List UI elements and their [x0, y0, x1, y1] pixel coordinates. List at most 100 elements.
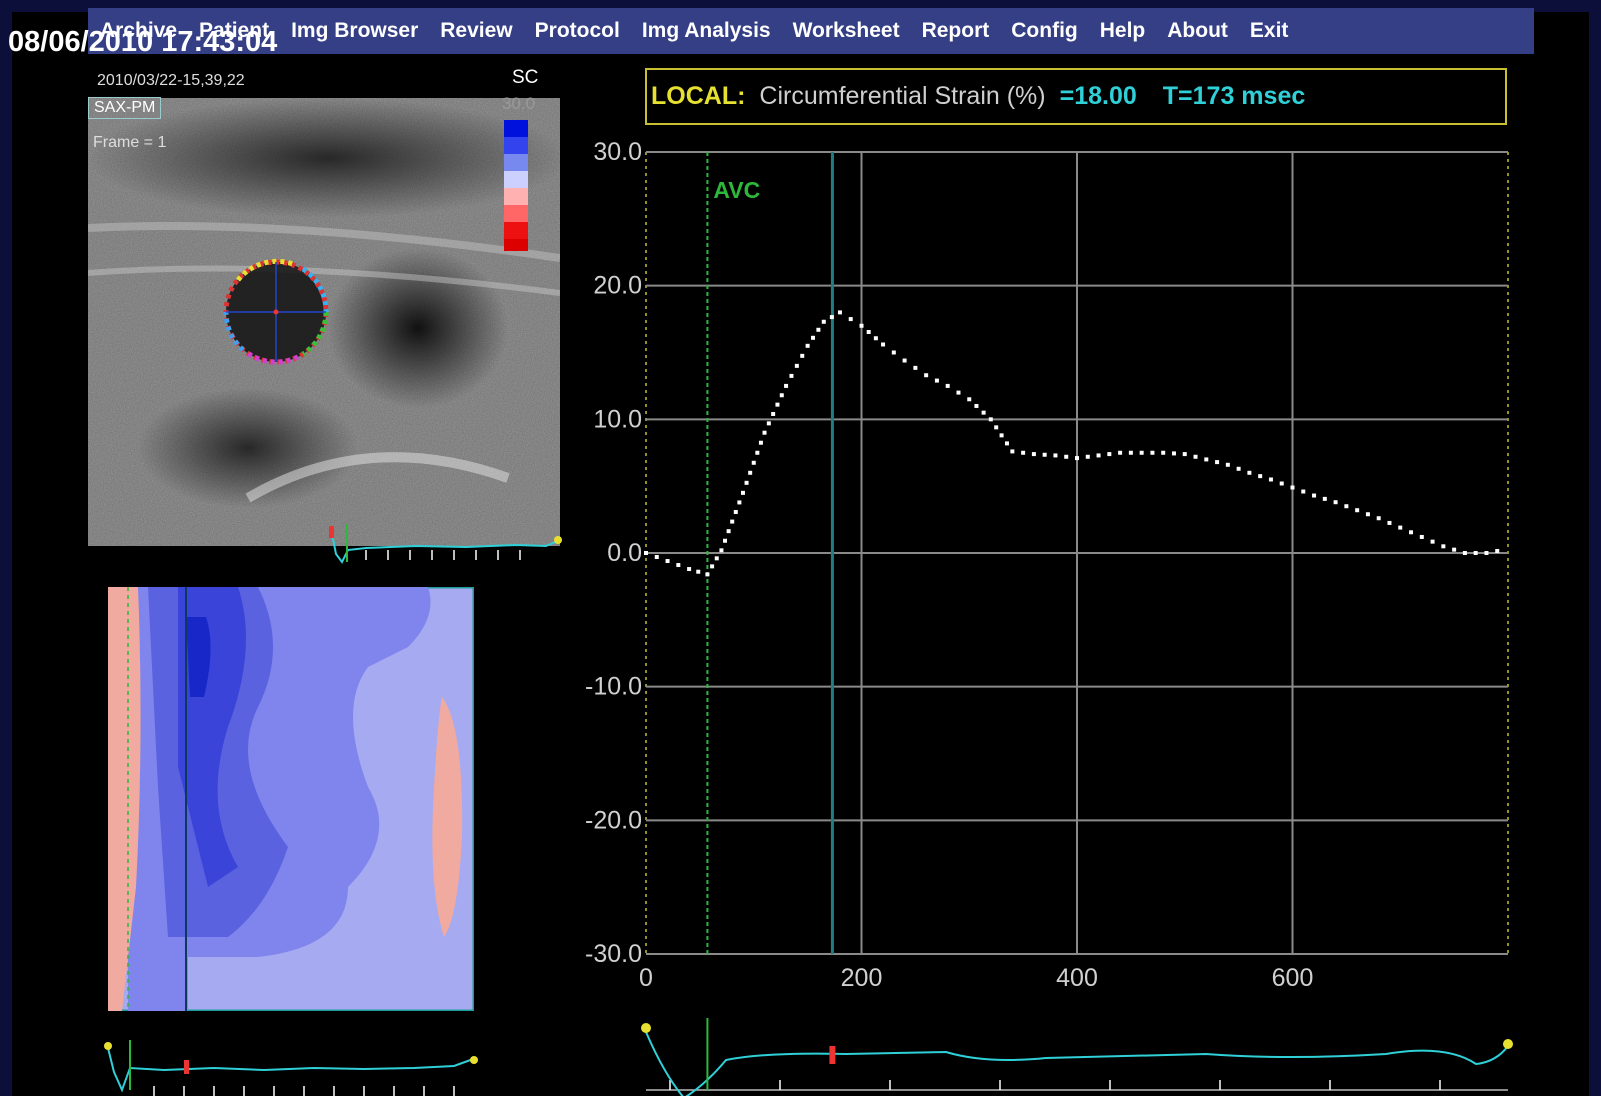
curve-point: [779, 393, 784, 398]
curve-point: [866, 330, 871, 335]
strain-chart[interactable]: 30.0 20.0 10.0 0.0 -10.0 -20.0 -30.0 0 200 400 60…: [570, 66, 1520, 1096]
curve-point: [665, 559, 670, 564]
menu-img-analysis[interactable]: Img Analysis: [642, 19, 771, 43]
curve-point: [913, 365, 918, 370]
y-tick-label: -10.0: [585, 673, 642, 701]
curve-point: [821, 319, 826, 324]
curve-point: [811, 335, 816, 340]
menu-bar: Archive Patient Img Browser Review Proto…: [88, 8, 1534, 54]
y-tick-label: 30.0: [593, 138, 642, 166]
curve-point: [859, 323, 864, 328]
curve-point: [848, 317, 853, 322]
acquisition-timestamp: 2010/03/22-15,39,22: [97, 72, 245, 89]
curve-point: [1322, 496, 1327, 501]
curve-point: [1279, 481, 1284, 486]
menu-report[interactable]: Report: [922, 19, 990, 43]
curve-point: [1053, 453, 1058, 458]
curve-point: [1042, 452, 1047, 457]
curve-point: [1150, 450, 1155, 455]
curve-point: [1290, 485, 1295, 490]
ecg-waveform: [645, 1031, 1509, 1096]
curve-point: [687, 567, 692, 572]
curve-point: [1096, 453, 1101, 458]
menu-worksheet[interactable]: Worksheet: [793, 19, 900, 43]
frame-counter: Frame = 1: [93, 134, 167, 151]
y-tick-label: 10.0: [593, 405, 642, 433]
curve-point: [1204, 457, 1209, 462]
curve-point: [816, 327, 821, 332]
view-label: SAX-PM: [88, 97, 162, 119]
curve-point: [1247, 470, 1252, 475]
curve-point: [1139, 450, 1144, 455]
curve-point: [1452, 547, 1457, 552]
curve-point: [1064, 454, 1069, 459]
x-tick-label: 400: [1056, 964, 1098, 992]
curve-point: [789, 373, 794, 378]
chart-y-axis: 30.0 20.0 10.0 0.0 -10.0 -20.0 -30.0: [585, 138, 642, 968]
curve-point: [1333, 500, 1338, 505]
curve-point: [891, 350, 896, 355]
curve-point: [775, 402, 780, 407]
curve-point: [710, 564, 715, 569]
curve-point: [714, 556, 719, 561]
curve-point: [1387, 520, 1392, 525]
curve-point: [1128, 450, 1133, 455]
curve-point: [1344, 504, 1349, 509]
curve-point: [1398, 525, 1403, 530]
x-tick-label: 0: [639, 964, 653, 992]
curve-point: [994, 425, 999, 430]
curve-point: [1419, 534, 1424, 539]
y-tick-label: 20.0: [593, 272, 642, 300]
curve-point: [1376, 516, 1381, 521]
curve-point: [730, 519, 735, 524]
curve-point: [1010, 449, 1015, 454]
curve-point: [733, 510, 738, 515]
curve-point: [1484, 551, 1489, 555]
curve-point: [1118, 450, 1123, 455]
curve-point: [1085, 454, 1090, 459]
curve-point: [751, 460, 756, 465]
menu-review[interactable]: Review: [440, 19, 512, 43]
curve-point: [1258, 474, 1263, 479]
curve-point: [1462, 551, 1467, 555]
x-tick-label: 600: [1272, 964, 1314, 992]
curve-point: [726, 529, 731, 534]
curve-point: [723, 538, 728, 543]
curve-point: [1430, 539, 1435, 544]
color-scale-bar: [504, 120, 528, 251]
curve-point: [762, 430, 767, 435]
ultrasound-ecg-trace: [329, 524, 562, 564]
menu-protocol[interactable]: Protocol: [535, 19, 620, 43]
curve-point: [924, 373, 929, 378]
ultrasound-image[interactable]: [88, 98, 560, 546]
curve-point: [1301, 489, 1306, 494]
strain-color-map[interactable]: [108, 587, 474, 1011]
curve-point: [719, 548, 724, 553]
curve-point: [956, 390, 961, 395]
curve-point: [1236, 466, 1241, 471]
curve-point: [1495, 548, 1500, 553]
curve-point: [999, 433, 1004, 438]
ecg-end-marker: [1503, 1039, 1513, 1049]
scale-label: SC: [512, 67, 539, 88]
curve-point: [794, 363, 799, 368]
curve-point: [829, 315, 834, 320]
curve-point: [654, 555, 659, 560]
menu-about[interactable]: About: [1167, 19, 1228, 43]
curve-point: [740, 490, 745, 495]
curve-point: [800, 353, 805, 358]
curve-point: [1161, 450, 1166, 455]
menu-img-browser[interactable]: Img Browser: [291, 19, 418, 43]
curve-point: [1107, 452, 1112, 457]
curve-point: [784, 383, 789, 388]
curve-point: [1075, 456, 1079, 461]
curve-point: [805, 343, 810, 348]
strain-curve: [644, 310, 1500, 577]
curve-point: [1004, 441, 1009, 446]
y-tick-label: -30.0: [585, 940, 642, 968]
menu-config[interactable]: Config: [1011, 19, 1077, 43]
menu-exit[interactable]: Exit: [1250, 19, 1289, 43]
menu-help[interactable]: Help: [1100, 19, 1146, 43]
ecg-start-marker: [641, 1023, 651, 1033]
strain-map-ecg-trace: [104, 1040, 478, 1096]
